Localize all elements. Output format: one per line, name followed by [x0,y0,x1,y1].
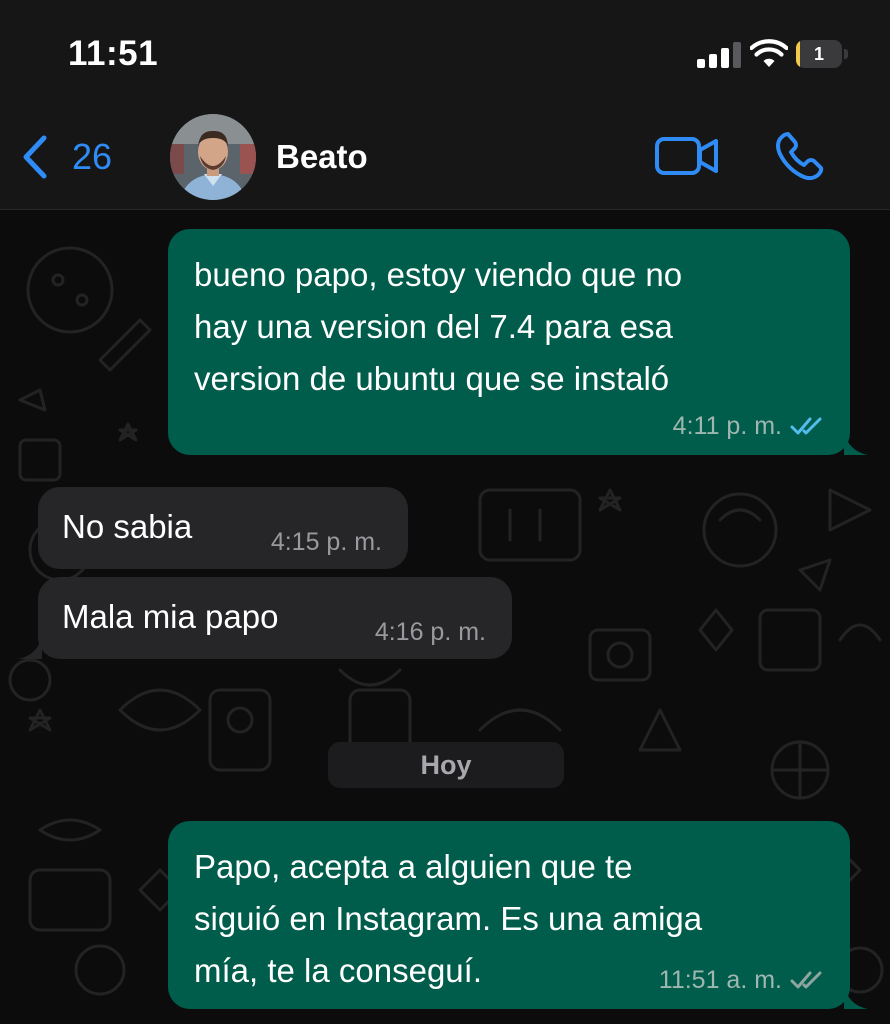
message-meta: 4:15 p. m. [271,527,382,557]
message-meta: 4:11 p. m. [673,411,826,441]
message-incoming[interactable]: Mala mia papo 4:16 p. m. [38,577,512,659]
contact-photo [170,114,256,200]
bubble-tail [844,985,868,1009]
message-meta: 4:16 p. m. [375,617,486,647]
cellular-signal-icon [697,42,741,68]
status-bar: 11:51 1 [0,0,890,104]
video-camera-icon[interactable] [654,134,720,178]
message-meta: 11:51 a. m. [659,965,826,995]
battery-icon: 1 [796,40,848,68]
bubble-tail [844,431,868,455]
message-time: 4:15 p. m. [270,528,382,556]
double-check-read-icon [790,417,822,435]
status-time: 11:51 [68,34,159,73]
wifi-icon [750,39,788,67]
message-text-line: Papo, acepta a alguien que te [194,848,633,885]
chat-screen: 11:51 1 26 Beato bueno papo, estoy viend… [0,0,890,1024]
battery-level: 1 [813,44,824,64]
date-separator: Hoy [328,742,564,788]
message-list[interactable]: bueno papo, estoy viendo que no hay una … [0,210,890,1024]
avatar[interactable] [170,114,256,200]
message-incoming[interactable]: No sabia 4:15 p. m. [38,487,408,569]
chat-header: 26 Beato [0,104,890,210]
back-button[interactable]: 26 [18,132,112,182]
chevron-left-icon [23,135,47,179]
message-outgoing[interactable]: Papo, acepta a alguien que te siguió en … [168,821,850,1009]
phone-icon[interactable] [774,130,826,182]
message-text-line: siguió en Instagram. Es una amiga [194,900,703,937]
double-check-delivered-icon [790,971,822,989]
message-time: 4:16 p. m. [374,618,486,646]
message-text-line: bueno papo, estoy viendo que no [194,256,683,293]
message-text-line: version de ubuntu que se instaló [194,360,670,397]
bubble-tail [18,635,42,659]
message-text-line: hay una version del 7.4 para esa [194,308,673,345]
unread-count: 26 [72,136,113,177]
message-outgoing[interactable]: bueno papo, estoy viendo que no hay una … [168,229,850,455]
message-time: 11:51 a. m. [658,966,782,994]
contact-name[interactable]: Beato [276,138,368,176]
message-time: 4:11 p. m. [672,412,782,440]
